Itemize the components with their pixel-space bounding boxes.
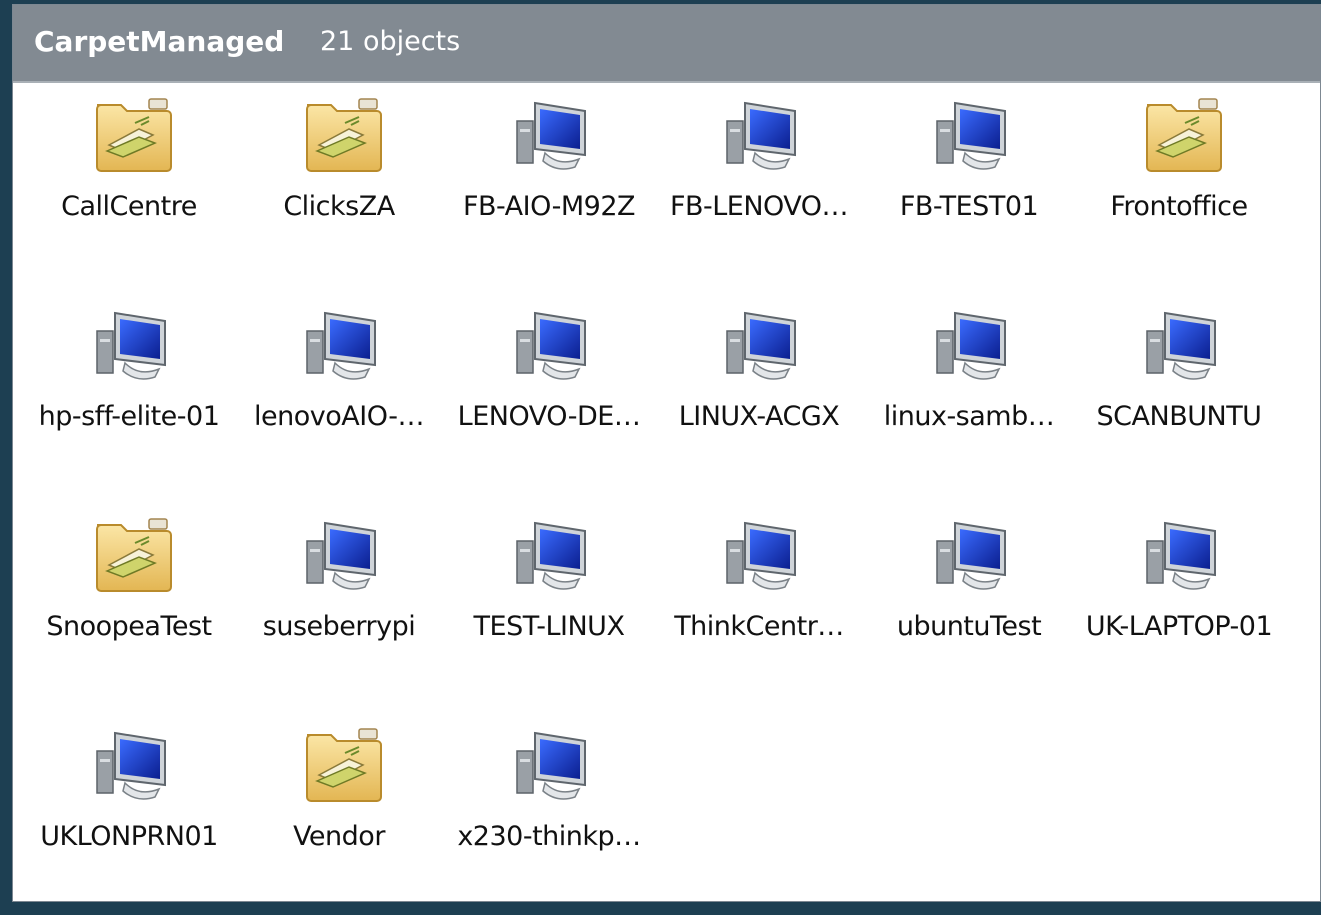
list-item[interactable]: CallCentre bbox=[24, 85, 234, 285]
item-label: hp-sff-elite-01 bbox=[38, 401, 220, 432]
item-label: linux-samb… bbox=[883, 401, 1055, 432]
item-label: TEST-LINUX bbox=[473, 611, 625, 642]
item-label: FB-AIO-M92Z bbox=[462, 191, 636, 222]
title-bar: CarpetManaged 21 objects bbox=[13, 5, 1320, 83]
item-label: ThinkCentr… bbox=[674, 611, 844, 642]
list-item[interactable]: LINUX-ACGX bbox=[654, 295, 864, 495]
computer-icon bbox=[931, 95, 1015, 175]
folder-icon bbox=[1141, 95, 1225, 175]
list-item[interactable]: ThinkCentr… bbox=[654, 505, 864, 705]
computer-icon bbox=[301, 515, 385, 595]
folder-icon bbox=[91, 95, 175, 175]
computer-icon bbox=[721, 305, 805, 385]
window-title: CarpetManaged bbox=[34, 25, 285, 58]
computer-icon bbox=[931, 515, 1015, 595]
computer-icon bbox=[91, 725, 175, 805]
items-view[interactable]: CallCentre ClicksZA FB-AIO-M92Z FB-LENOV… bbox=[13, 83, 1320, 901]
item-label: ClicksZA bbox=[283, 191, 395, 222]
list-item[interactable]: ubuntuTest bbox=[864, 505, 1074, 705]
computer-icon bbox=[1141, 305, 1225, 385]
list-item[interactable]: hp-sff-elite-01 bbox=[24, 295, 234, 495]
list-item[interactable]: ClicksZA bbox=[234, 85, 444, 285]
computer-icon bbox=[931, 305, 1015, 385]
list-item[interactable]: UK-LAPTOP-01 bbox=[1074, 505, 1284, 705]
list-item[interactable]: TEST-LINUX bbox=[444, 505, 654, 705]
list-item[interactable]: FB-TEST01 bbox=[864, 85, 1074, 285]
folder-icon bbox=[301, 725, 385, 805]
list-item[interactable]: LENOVO-DE… bbox=[444, 295, 654, 495]
item-label: SnoopeaTest bbox=[46, 611, 212, 642]
list-item[interactable]: SnoopeaTest bbox=[24, 505, 234, 705]
list-item[interactable]: SCANBUNTU bbox=[1074, 295, 1284, 495]
item-label: ubuntuTest bbox=[896, 611, 1042, 642]
list-item[interactable]: x230-thinkp… bbox=[444, 715, 654, 915]
list-item[interactable]: linux-samb… bbox=[864, 295, 1074, 495]
item-label: UK-LAPTOP-01 bbox=[1085, 611, 1273, 642]
list-item[interactable]: FB-AIO-M92Z bbox=[444, 85, 654, 285]
computer-icon bbox=[511, 725, 595, 805]
item-label: Vendor bbox=[293, 821, 385, 852]
computer-icon bbox=[511, 95, 595, 175]
list-item[interactable]: UKLONPRN01 bbox=[24, 715, 234, 915]
list-item[interactable]: suseberrypi bbox=[234, 505, 444, 705]
item-label: CallCentre bbox=[61, 191, 197, 222]
computer-icon bbox=[511, 515, 595, 595]
item-label: suseberrypi bbox=[262, 611, 416, 642]
item-label: LINUX-ACGX bbox=[678, 401, 840, 432]
item-label: lenovoAIO-… bbox=[254, 401, 424, 432]
computer-icon bbox=[91, 305, 175, 385]
item-label: Frontoffice bbox=[1110, 191, 1248, 222]
item-label: FB-TEST01 bbox=[899, 191, 1039, 222]
computer-icon bbox=[721, 95, 805, 175]
item-label: x230-thinkp… bbox=[457, 821, 641, 852]
computer-icon bbox=[1141, 515, 1225, 595]
folder-icon bbox=[301, 95, 385, 175]
item-label: UKLONPRN01 bbox=[40, 821, 218, 852]
list-item[interactable]: Frontoffice bbox=[1074, 85, 1284, 285]
list-item[interactable]: Vendor bbox=[234, 715, 444, 915]
computer-icon bbox=[511, 305, 595, 385]
explorer-window: CarpetManaged 21 objects CallCentre Clic… bbox=[12, 4, 1321, 902]
list-item[interactable]: FB-LENOVO… bbox=[654, 85, 864, 285]
computer-icon bbox=[721, 515, 805, 595]
item-label: LENOVO-DE… bbox=[457, 401, 641, 432]
list-item[interactable]: lenovoAIO-… bbox=[234, 295, 444, 495]
object-count: 21 objects bbox=[320, 26, 461, 57]
item-label: SCANBUNTU bbox=[1096, 401, 1262, 432]
computer-icon bbox=[301, 305, 385, 385]
item-label: FB-LENOVO… bbox=[669, 191, 849, 222]
folder-icon bbox=[91, 515, 175, 595]
